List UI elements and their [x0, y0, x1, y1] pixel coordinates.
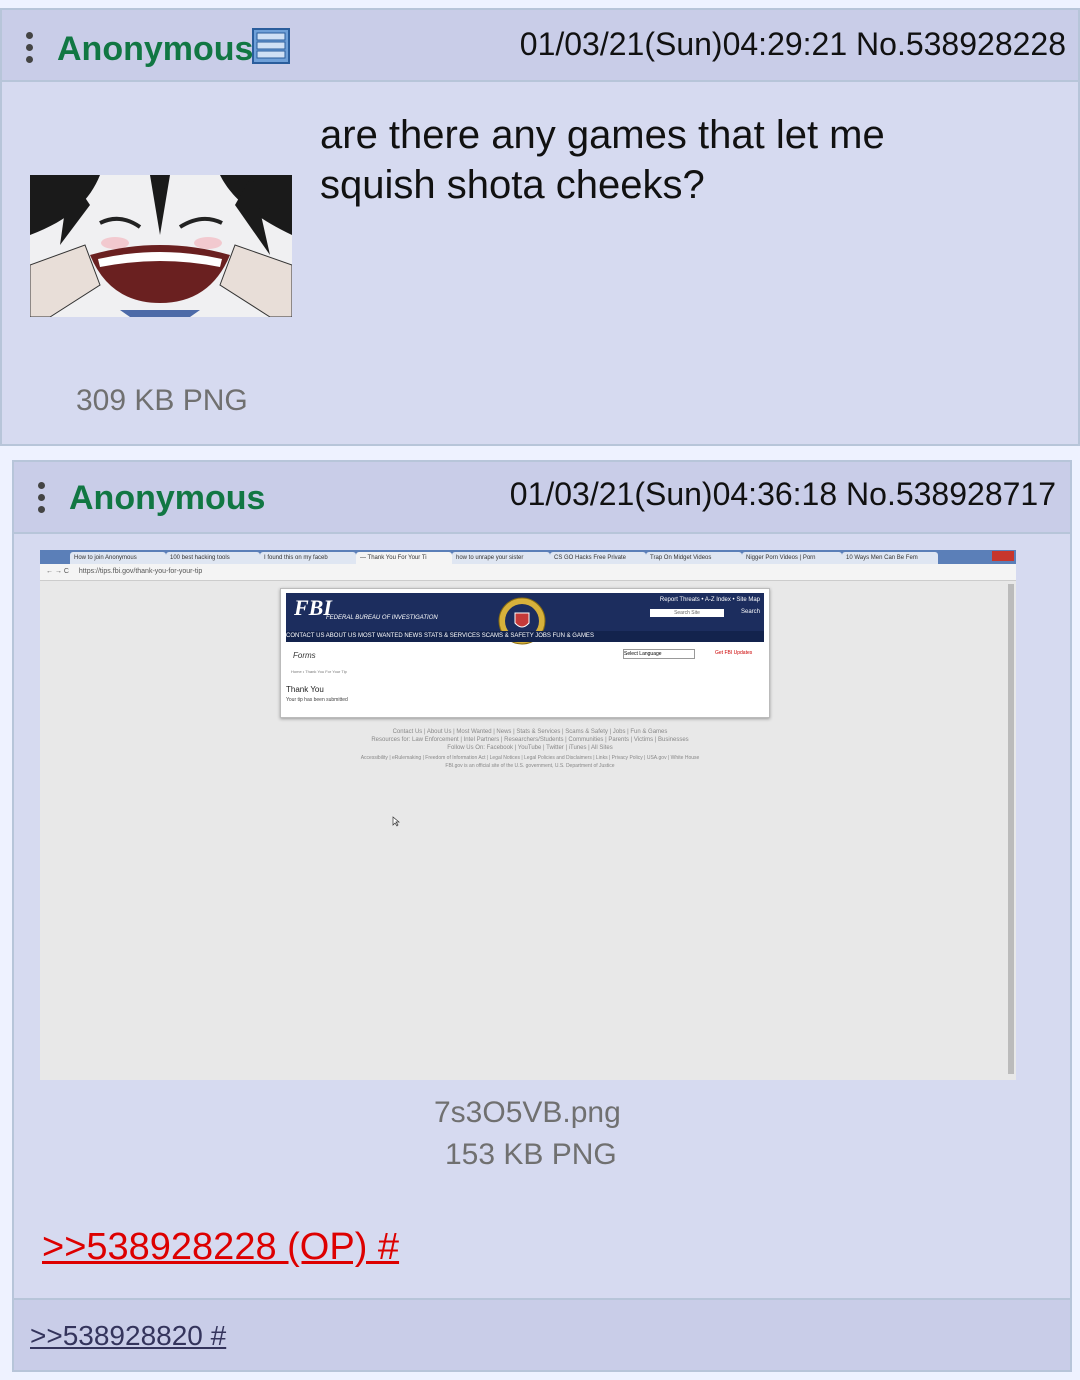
- browser-address-bar: ← → C https://tips.fbi.gov/thank-you-for…: [40, 564, 1016, 581]
- browser-url: https://tips.fbi.gov/thank-you-for-your-…: [78, 568, 203, 575]
- poster-name: Anonymous: [69, 479, 266, 517]
- fbi-page: FBI FEDERAL BUREAU OF INVESTIGATION Repo…: [280, 588, 770, 718]
- fbi-search-button: Search: [740, 609, 760, 615]
- fbi-updates-link: Get FBI Updates: [715, 650, 753, 656]
- comment-line: are there any games that let me: [320, 113, 885, 157]
- fbi-search-input: Search Site: [650, 609, 724, 617]
- fbi-footer: Contact Us | About Us | Most Wanted | Ne…: [320, 728, 740, 770]
- fbi-breadcrumb: Home • Thank You For Your Tip: [291, 669, 347, 674]
- quote-link-op[interactable]: >>538928228 (OP) #: [42, 1226, 399, 1269]
- fbi-footer-line: Accessibility | eRulemaking | Freedom of…: [360, 755, 700, 761]
- fbi-footer-line: Contact Us | About Us | Most Wanted | Ne…: [392, 729, 668, 735]
- file-info: 309 KB PNG: [76, 384, 248, 417]
- post-comment: are there any games that let me squish s…: [320, 110, 885, 210]
- op-post: Anonymous 01/03/21(Sun)04:29:21 No.53892…: [0, 8, 1080, 446]
- fbi-footer-line: Follow Us On: Facebook | YouTube | Twitt…: [447, 745, 613, 751]
- file-name[interactable]: 7s3O5VB.png: [434, 1096, 621, 1130]
- fbi-nav: CONTACT US ABOUT US MOST WANTED NEWS STA…: [286, 631, 764, 642]
- fbi-banner: FBI FEDERAL BUREAU OF INVESTIGATION Repo…: [286, 593, 764, 645]
- window-close-icon: [992, 551, 1014, 561]
- scrollbar: [1008, 584, 1014, 1074]
- poster-name: Anonymous: [57, 30, 254, 68]
- browser-tab: 10 Ways Men Can Be Fem: [842, 552, 938, 564]
- file-info: 153 KB PNG: [445, 1138, 617, 1171]
- nav-arrows-icon: ← → C: [46, 568, 69, 575]
- post-number[interactable]: No.538928228: [856, 26, 1066, 62]
- browser-tab: 100 best hacking tools: [166, 552, 260, 564]
- comment-line: squish shota cheeks?: [320, 163, 705, 207]
- post-number[interactable]: No.538928717: [846, 476, 1056, 512]
- browser-tab-active: — Thank You For Your Ti: [356, 552, 452, 564]
- post-image-screenshot[interactable]: How to join Anonymous 100 best hacking t…: [40, 550, 1016, 1080]
- fbi-forms-label: Forms: [293, 651, 316, 660]
- fbi-footer-line: Resources for: Law Enforcement | Intel P…: [371, 737, 689, 743]
- post-datetime-number[interactable]: 01/03/21(Sun)04:36:18 No.538928717: [510, 476, 1056, 513]
- menu-dots-icon[interactable]: [26, 32, 36, 68]
- post-thumbnail[interactable]: [30, 175, 292, 317]
- fbi-thank-you-message: Your tip has been submitted: [286, 697, 348, 703]
- replies-footer: >>538928820 #: [12, 1298, 1072, 1372]
- browser-tab: CS GO Hacks Free Private: [550, 552, 646, 564]
- post-datetime-number[interactable]: 01/03/21(Sun)04:29:21 No.538928228: [520, 26, 1066, 63]
- post-datetime: 01/03/21(Sun)04:29:21: [519, 26, 848, 62]
- menu-dots-icon[interactable]: [38, 482, 48, 518]
- archive-file-icon: [252, 28, 290, 64]
- fbi-header-links: Report Threats • A-Z Index • Site Map: [659, 597, 760, 603]
- fbi-subtitle: FEDERAL BUREAU OF INVESTIGATION: [326, 615, 438, 621]
- fbi-language-select: Select Language: [623, 649, 695, 659]
- browser-tab: how to unrape your sister: [452, 552, 550, 564]
- cursor-icon: [392, 816, 400, 827]
- browser-tab-bar: How to join Anonymous 100 best hacking t…: [40, 550, 1016, 564]
- browser-tab: Nigger Porn Videos | Porn: [742, 552, 842, 564]
- post-datetime: 01/03/21(Sun)04:36:18: [509, 476, 838, 512]
- browser-tab: How to join Anonymous: [70, 552, 166, 564]
- fbi-footer-line: FBI.gov is an official site of the U.S. …: [445, 763, 615, 769]
- post-header: Anonymous 01/03/21(Sun)04:36:18 No.53892…: [14, 462, 1070, 534]
- backlink[interactable]: >>538928820 #: [30, 1320, 226, 1352]
- fbi-thank-you-heading: Thank You: [286, 685, 324, 694]
- post-header: Anonymous 01/03/21(Sun)04:29:21 No.53892…: [2, 10, 1078, 82]
- browser-tab: Trap On Midget Videos: [646, 552, 742, 564]
- browser-tab: I found this on my faceb: [260, 552, 356, 564]
